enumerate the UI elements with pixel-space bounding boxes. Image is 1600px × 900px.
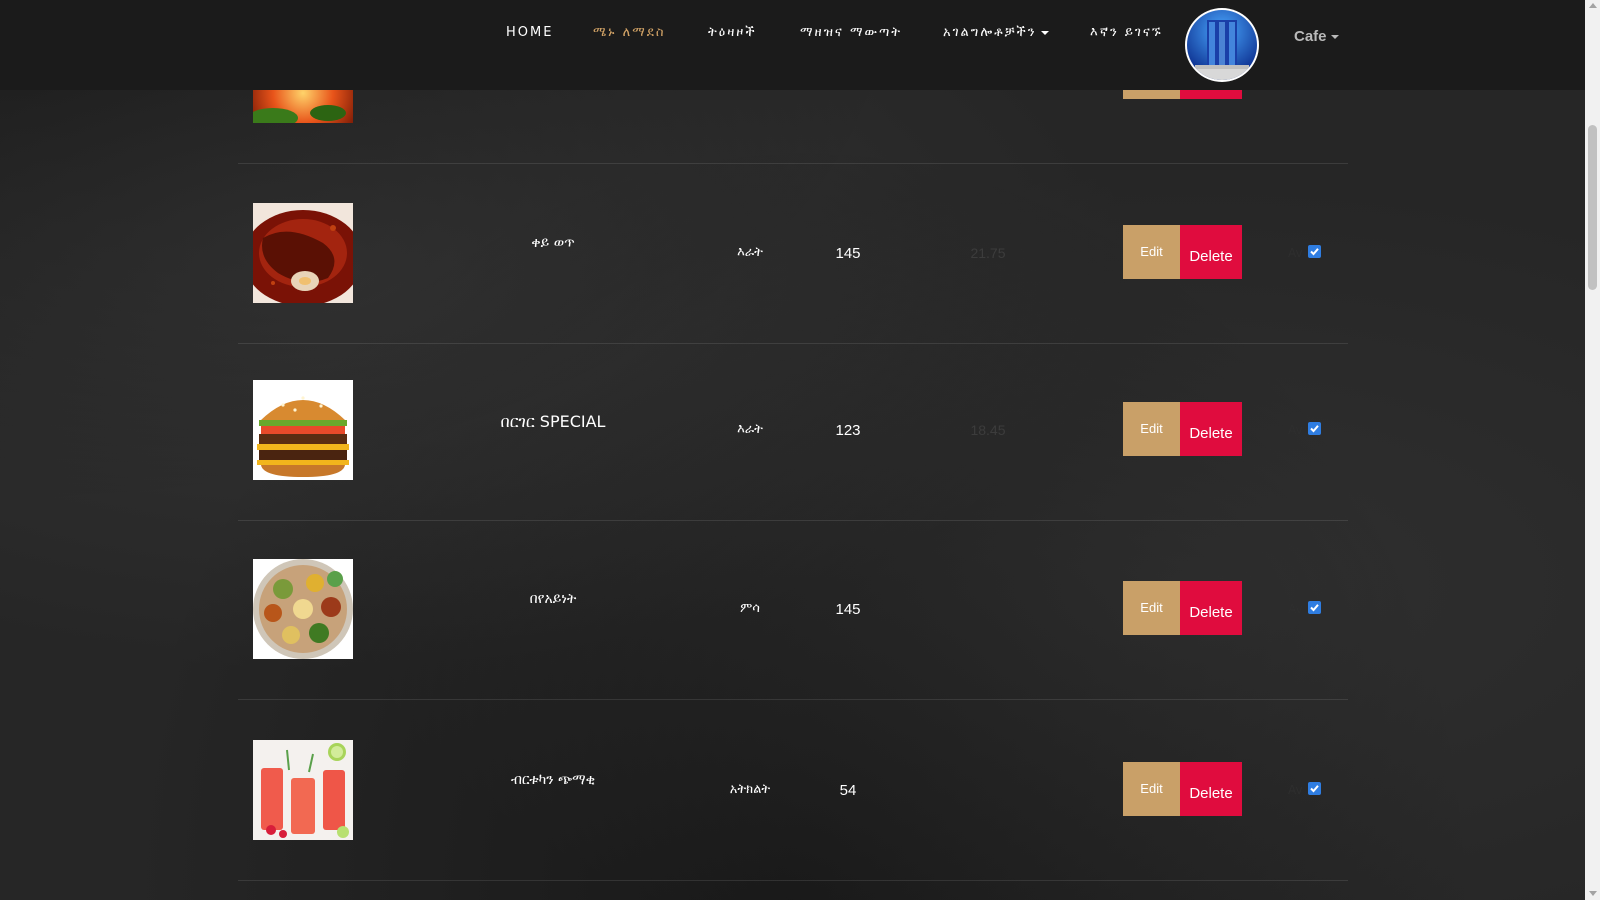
item-price: 145 (835, 245, 861, 262)
edit-button[interactable]: Edit (1123, 225, 1180, 279)
item-category: አትክልት (729, 782, 771, 797)
checkmark-icon (1310, 785, 1319, 793)
burger-photo (253, 380, 353, 480)
availability-label: Av (1288, 246, 1303, 260)
nav-update-menu[interactable]: ሜኑ ለማደስ (593, 25, 665, 40)
edit-button[interactable]: Edit (1123, 581, 1180, 635)
item-name: በየአይነት (529, 591, 577, 607)
brand-label: Cafe (1294, 28, 1327, 45)
availability-label: Av (1288, 602, 1303, 616)
edit-button[interactable]: Edit (1123, 762, 1180, 816)
caret-down-icon (1040, 30, 1049, 35)
availability-checkbox[interactable] (1308, 782, 1321, 795)
table-row: በርገር SPECIAL እራት 123 18.45 Edit Delete A… (238, 340, 1348, 521)
table-row: ቀይ ወጥ እራት 145 21.75 Edit Delete Av (238, 163, 1348, 344)
navbar: HOME ሜኑ ለማደስ ትዕዛዞች ማዘዝና ማውጣት አገልግሎቶቻችን እ… (0, 0, 1585, 90)
delete-button[interactable]: Delete (1180, 402, 1242, 456)
nav-contact[interactable]: እኛን ይገናኙ (1090, 25, 1163, 40)
edit-button[interactable]: Edit (1123, 402, 1180, 456)
brand-dropdown[interactable]: Cafe (1294, 28, 1339, 45)
page: Edit Delete ቀይ ወጥ እራት 145 21.75 (0, 0, 1600, 900)
availability-label: Av (1288, 423, 1303, 437)
juice-photo-image (253, 740, 353, 840)
nav-orders[interactable]: ትዕዛዞች (708, 25, 757, 40)
delete-button[interactable]: Delete (1180, 762, 1242, 816)
scroll-up-arrow-icon[interactable] (1589, 3, 1597, 8)
item-category: ምሳ (740, 601, 760, 616)
burger-photo-image (253, 380, 353, 480)
nav-order-management[interactable]: ማዘዝና ማውጣት (800, 25, 902, 40)
checkmark-icon (1310, 604, 1319, 612)
nav-services-dropdown[interactable]: አገልግሎቶቻችን (943, 25, 1049, 40)
platter-photo-image (253, 559, 353, 659)
table-row: በየአይነት ምሳ 145 Edit Delete Av (238, 519, 1348, 700)
availability-checkbox[interactable] (1308, 422, 1321, 435)
item-discount: 18.45 (970, 422, 1006, 438)
delete-button[interactable]: Delete (1180, 225, 1242, 279)
availability-checkbox[interactable] (1308, 601, 1321, 614)
stew-photo (253, 203, 353, 303)
item-price: 123 (835, 422, 861, 439)
item-name: በርገር SPECIAL (500, 412, 606, 431)
scrollbar-thumb[interactable] (1588, 125, 1597, 290)
checkmark-icon (1310, 425, 1319, 433)
item-category: እራት (737, 422, 763, 437)
checkmark-icon (1310, 248, 1319, 256)
item-price: 54 (839, 782, 857, 799)
vertical-scrollbar[interactable] (1585, 0, 1600, 900)
scroll-down-arrow-icon[interactable] (1589, 891, 1597, 896)
building-logo-image (1187, 10, 1257, 80)
caret-down-icon (1330, 35, 1339, 40)
table-row: ብርቱካን ጭማቂ አትክልት 54 Edit Delete Av (238, 700, 1348, 881)
item-category: እራት (737, 245, 763, 260)
item-name: ብርቱካን ጭማቂ (510, 772, 596, 788)
item-price: 145 (835, 601, 861, 618)
stew-photo-image (253, 203, 353, 303)
nav-home[interactable]: HOME (506, 25, 553, 40)
availability-checkbox[interactable] (1308, 245, 1321, 258)
nav-services-label: አገልግሎቶቻችን (943, 25, 1037, 40)
juice-photo (253, 740, 353, 840)
item-name: ቀይ ወጥ (531, 235, 575, 251)
item-discount: 21.75 (970, 245, 1006, 261)
platter-photo (253, 559, 353, 659)
cafe-logo[interactable] (1185, 8, 1259, 82)
availability-label: Av (1288, 783, 1303, 797)
delete-button[interactable]: Delete (1180, 581, 1242, 635)
